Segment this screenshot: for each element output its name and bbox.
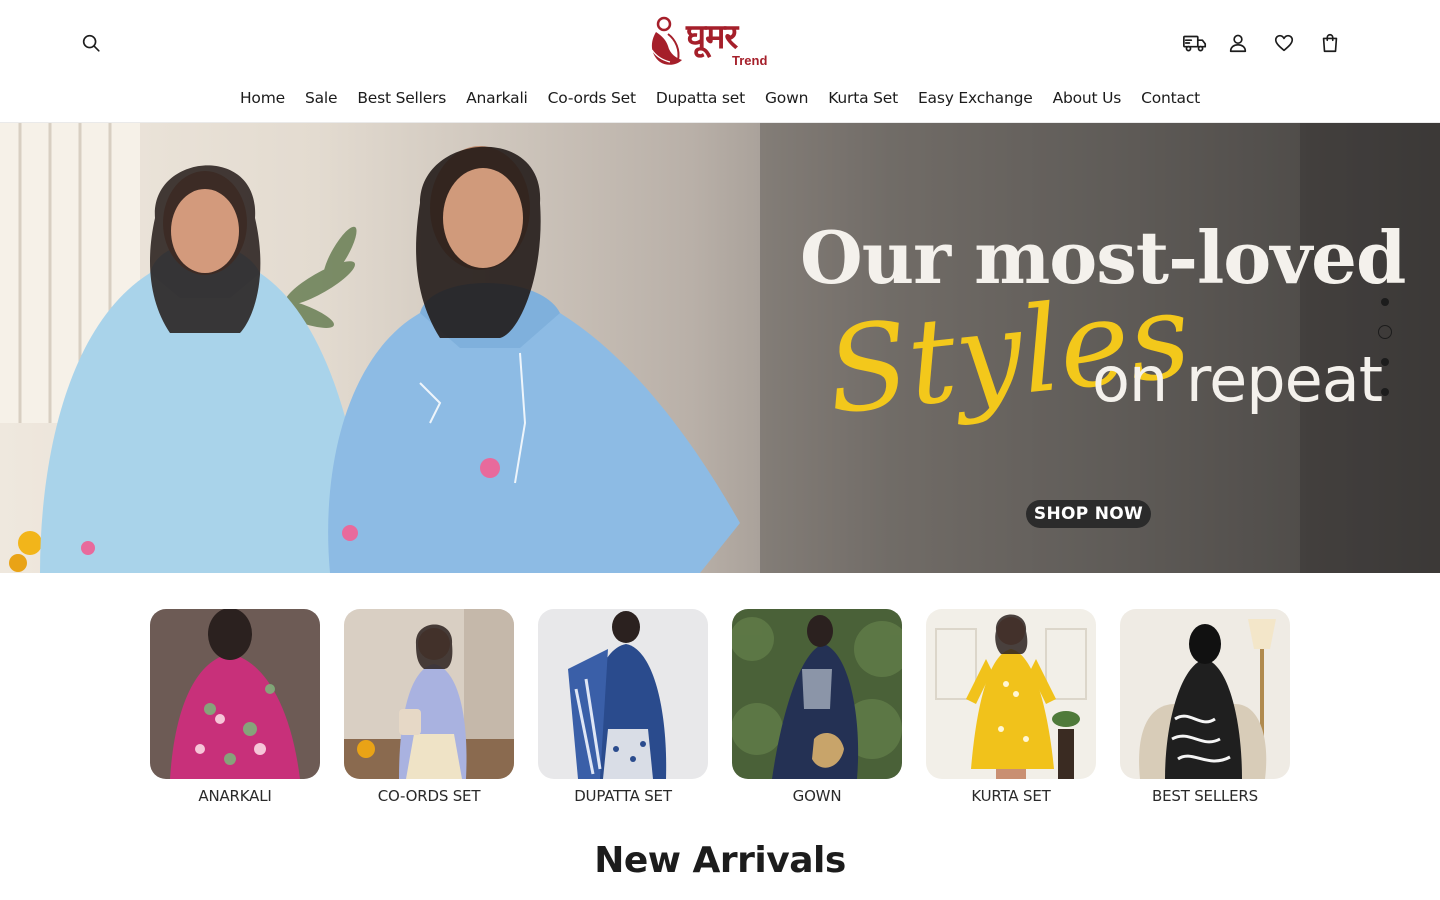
category-label: GOWN [792, 787, 842, 805]
category-image [732, 609, 902, 779]
carousel-dot-3[interactable] [1381, 358, 1389, 366]
nav-item-anarkali[interactable]: Anarkali [466, 84, 528, 112]
nav-item-sale[interactable]: Sale [305, 84, 338, 112]
carousel-dot-2[interactable] [1378, 325, 1392, 339]
category-image [538, 609, 708, 779]
category-image [926, 609, 1096, 779]
carousel-dot-1[interactable] [1381, 298, 1389, 306]
delivery-truck-icon[interactable] [1181, 29, 1209, 57]
site-header: घूमर Trend Home Sale Best Sellers Anarka… [0, 0, 1440, 123]
nav-item-best-sellers[interactable]: Best Sellers [357, 84, 446, 112]
account-icon[interactable] [1224, 29, 1252, 57]
category-best-sellers[interactable]: BEST SELLERS [1120, 609, 1290, 805]
category-image [344, 609, 514, 779]
main-navigation: Home Sale Best Sellers Anarkali Co-ords … [0, 84, 1440, 112]
brand-logo[interactable]: घूमर Trend [646, 10, 774, 72]
shopping-bag-icon[interactable] [1316, 29, 1344, 57]
category-image [150, 609, 320, 779]
nav-item-about-us[interactable]: About Us [1053, 84, 1122, 112]
hero-banner[interactable]: Our most-loved Styles on repeat SHOP NOW [0, 123, 1440, 573]
carousel-dot-4[interactable] [1381, 388, 1389, 396]
category-label: CO-ORDS SET [377, 787, 481, 805]
heart-icon[interactable] [1270, 29, 1298, 57]
nav-item-home[interactable]: Home [240, 84, 285, 112]
logo-subtext: Trend [732, 53, 768, 68]
category-label: ANARKALI [198, 787, 272, 805]
new-arrivals-heading: New Arrivals [594, 840, 846, 881]
search-icon[interactable] [77, 29, 105, 57]
nav-item-contact[interactable]: Contact [1141, 84, 1200, 112]
category-label: BEST SELLERS [1152, 787, 1258, 805]
category-gown[interactable]: GOWN [732, 609, 902, 805]
nav-item-dupatta-set[interactable]: Dupatta set [656, 84, 745, 112]
category-dupatta-set[interactable]: DUPATTA SET [538, 609, 708, 805]
hero-subtitle: on repeat [1092, 343, 1383, 416]
category-label: DUPATTA SET [574, 787, 672, 805]
category-coords-set[interactable]: CO-ORDS SET [344, 609, 514, 805]
nav-item-coords-set[interactable]: Co-ords Set [548, 84, 636, 112]
category-anarkali[interactable]: ANARKALI [150, 609, 320, 805]
carousel-pagination [1378, 295, 1392, 399]
category-image [1120, 609, 1290, 779]
nav-item-gown[interactable]: Gown [765, 84, 808, 112]
nav-item-kurta-set[interactable]: Kurta Set [828, 84, 898, 112]
nav-item-easy-exchange[interactable]: Easy Exchange [918, 84, 1033, 112]
shop-now-button[interactable]: SHOP NOW [1026, 500, 1151, 528]
category-kurta-set[interactable]: KURTA SET [926, 609, 1096, 805]
logo-wordmark: घूमर [686, 17, 738, 57]
category-label: KURTA SET [971, 787, 1051, 805]
